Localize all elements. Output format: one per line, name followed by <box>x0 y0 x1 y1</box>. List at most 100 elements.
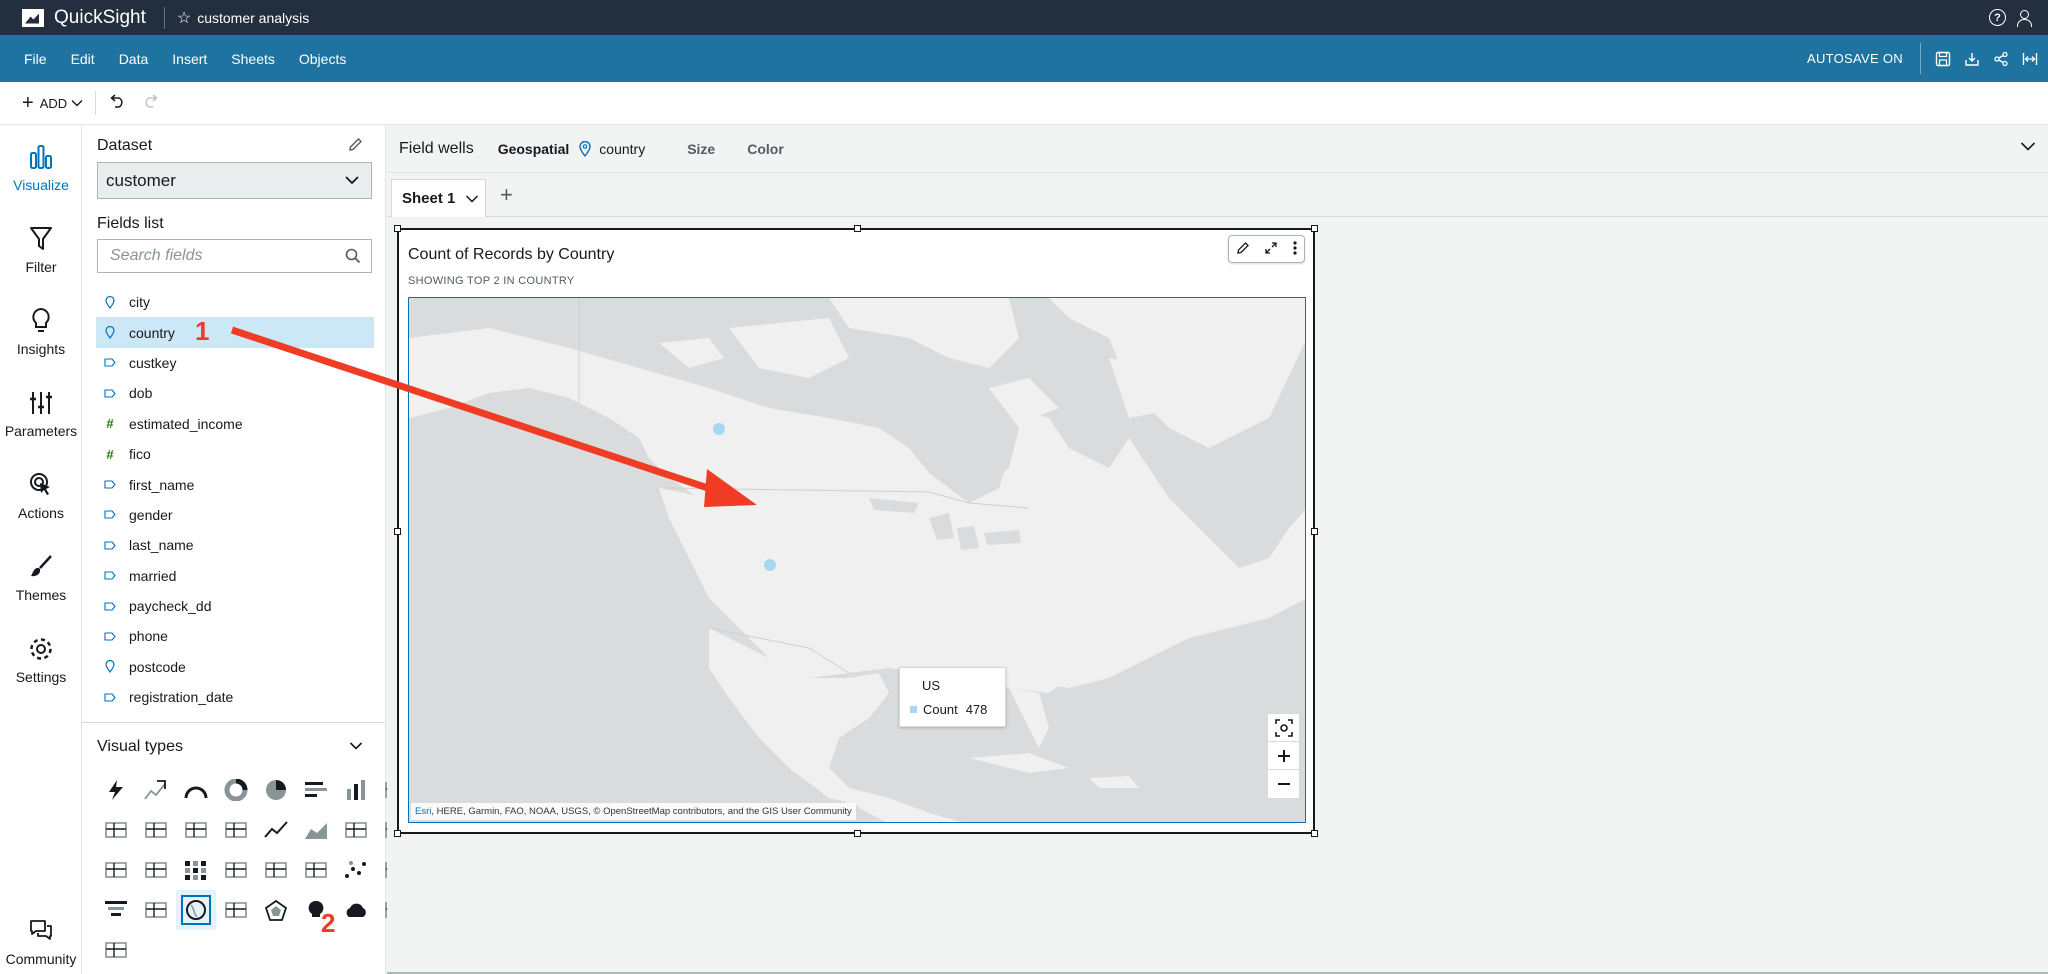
menu-sheets[interactable]: Sheets <box>231 51 275 67</box>
visual-type-donut[interactable] <box>216 770 256 810</box>
field-item-registration-date[interactable]: registration_date <box>96 682 374 712</box>
edit-dataset-icon[interactable] <box>348 137 363 157</box>
visual-type-points-on-map[interactable] <box>176 890 216 930</box>
field-item-gender[interactable]: gender <box>96 500 374 530</box>
edit-visual-icon[interactable] <box>1236 241 1250 258</box>
nav-filter[interactable]: Filter <box>0 225 82 275</box>
menu-objects[interactable]: Objects <box>299 51 346 67</box>
nav-settings[interactable]: Settings <box>0 635 82 685</box>
add-sheet-icon[interactable]: + <box>500 182 513 208</box>
visual-type-radar[interactable] <box>256 890 296 930</box>
redo-icon[interactable] <box>142 93 160 113</box>
visual-type-vertical-100-bar[interactable] <box>176 810 216 850</box>
resize-handle[interactable] <box>394 528 401 535</box>
visual-type-line[interactable] <box>256 810 296 850</box>
undo-icon[interactable] <box>108 93 126 113</box>
resize-handle[interactable] <box>1311 528 1318 535</box>
resize-handle[interactable] <box>854 225 861 232</box>
visual-type-custom-visual[interactable] <box>96 930 136 970</box>
expand-icon[interactable] <box>1264 241 1278 258</box>
field-wells-bar[interactable]: Field wells Geospatial country Size Colo… <box>387 125 2048 173</box>
add-button[interactable]: + ADD <box>22 92 83 115</box>
visual-type-filled-map[interactable] <box>216 890 256 930</box>
field-item-postcode[interactable]: postcode <box>96 652 374 682</box>
resize-handle[interactable] <box>394 830 401 837</box>
visual-type-gauge[interactable] <box>176 770 216 810</box>
focus-map-button[interactable] <box>1267 713 1300 743</box>
resize-handle[interactable] <box>1311 830 1318 837</box>
save-icon[interactable] <box>1934 50 1951 67</box>
visual-type-combo-bar-line[interactable] <box>216 810 256 850</box>
visual-type-box-plot[interactable] <box>136 850 176 890</box>
menu-edit[interactable]: Edit <box>71 51 95 67</box>
visual-type-vertical-stacked-bar[interactable] <box>96 810 136 850</box>
visual-type-kpi[interactable] <box>136 770 176 810</box>
more-options-icon[interactable] <box>1293 240 1297 258</box>
field-item-dob[interactable]: dob <box>96 378 374 408</box>
field-item-last-name[interactable]: last_name <box>96 530 374 560</box>
field-item-country[interactable]: country <box>96 317 374 348</box>
visual-type-table[interactable] <box>256 850 296 890</box>
field-item-fico[interactable]: # fico <box>96 439 374 469</box>
visual-type-treemap[interactable] <box>296 850 336 890</box>
resize-handle[interactable] <box>1311 225 1318 232</box>
quicksight-logo[interactable]: QuickSight <box>22 7 146 29</box>
star-icon[interactable]: ☆ <box>177 8 191 28</box>
fit-width-icon[interactable] <box>2021 50 2038 67</box>
field-item-paycheck-dd[interactable]: paycheck_dd <box>96 591 374 621</box>
menu-data[interactable]: Data <box>119 51 149 67</box>
nav-community[interactable]: Community <box>0 917 82 967</box>
nav-insights[interactable]: Insights <box>0 307 82 357</box>
field-item-first-name[interactable]: first_name <box>96 469 374 499</box>
zoom-in-button[interactable] <box>1267 741 1300 770</box>
visual-type-vertical-bar[interactable] <box>336 770 376 810</box>
color-well-label[interactable]: Color <box>747 141 784 157</box>
visual-type-word-cloud[interactable] <box>336 890 376 930</box>
size-well-label[interactable]: Size <box>687 141 715 157</box>
map-visual[interactable]: Count of Records by Country SHOWING TOP … <box>394 225 1318 837</box>
esri-link[interactable]: Esri <box>415 806 431 817</box>
map-bubble-canada[interactable] <box>713 423 725 435</box>
share-icon[interactable] <box>1992 50 2009 67</box>
visual-title[interactable]: Count of Records by Country <box>408 246 614 264</box>
menu-file[interactable]: File <box>24 51 47 67</box>
geospatial-well-value[interactable]: country <box>579 140 645 157</box>
nav-parameters[interactable]: Parameters <box>0 389 82 439</box>
visual-type-stacked-area[interactable] <box>336 810 376 850</box>
map-bubble-us[interactable] <box>764 559 776 571</box>
dataset-select[interactable]: customer <box>97 162 372 199</box>
field-item-married[interactable]: married <box>96 561 374 591</box>
zoom-out-button[interactable] <box>1267 769 1300 799</box>
resize-handle[interactable] <box>854 830 861 837</box>
map-canvas[interactable]: US Count 478 Esri, HERE, Garmin, FAO, NO… <box>408 297 1306 823</box>
visual-type-combo-line-2[interactable] <box>96 850 136 890</box>
expand-field-wells-icon[interactable] <box>2020 141 2036 151</box>
field-item-estimated-income[interactable]: # estimated_income <box>96 409 374 439</box>
analysis-name[interactable]: ☆ customer analysis <box>177 8 309 28</box>
visual-type-pie[interactable] <box>256 770 296 810</box>
tab-sheet-1[interactable]: Sheet 1 <box>391 179 486 217</box>
field-item-phone[interactable]: phone <box>96 621 374 651</box>
visual-type-funnel[interactable] <box>96 890 136 930</box>
visual-type-area[interactable] <box>296 810 336 850</box>
nav-actions[interactable]: Actions <box>0 471 82 521</box>
field-item-city[interactable]: city <box>96 287 374 317</box>
visual-type-insight[interactable] <box>296 890 336 930</box>
visual-type-pivot-table[interactable] <box>216 850 256 890</box>
search-fields-input[interactable]: Search fields <box>97 239 372 273</box>
visual-type-horizontal-100-bar[interactable] <box>136 810 176 850</box>
chevron-down-icon[interactable] <box>465 194 479 204</box>
nav-visualize[interactable]: Visualize <box>0 143 82 193</box>
visual-type-horizontal-bar[interactable] <box>296 770 336 810</box>
export-icon[interactable] <box>1963 50 1980 67</box>
field-item-custkey[interactable]: custkey <box>96 348 374 378</box>
resize-handle[interactable] <box>394 225 401 232</box>
nav-themes[interactable]: Themes <box>0 553 82 603</box>
collapse-visual-types-icon[interactable] <box>349 741 363 751</box>
visual-type-autograph[interactable] <box>96 770 136 810</box>
help-icon[interactable]: ? <box>1989 9 2006 26</box>
menu-insert[interactable]: Insert <box>172 51 207 67</box>
visual-type-sankey[interactable] <box>136 890 176 930</box>
visual-type-scatter[interactable] <box>336 850 376 890</box>
visual-type-heatmap[interactable] <box>176 850 216 890</box>
